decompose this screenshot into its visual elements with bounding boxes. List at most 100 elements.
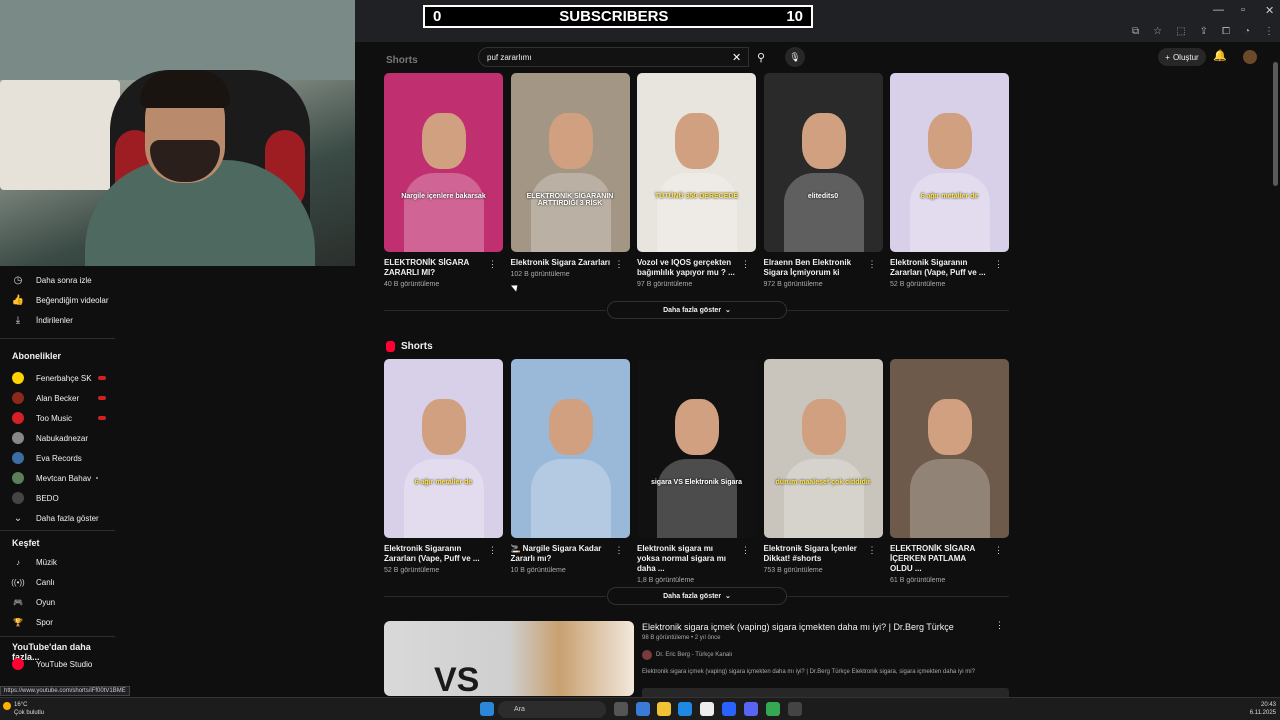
sidebar-subscription[interactable]: Too Music: [0, 408, 120, 428]
windows-start-icon[interactable]: [480, 702, 494, 716]
video-title[interactable]: Elektronik sigara içmek (vaping) sigara …: [642, 622, 954, 632]
extension-icon[interactable]: ⬚: [1176, 26, 1185, 37]
more-options-icon[interactable]: ⋮: [488, 259, 497, 270]
sidebar-item-studio[interactable]: YouTube Studio: [0, 654, 120, 674]
subscriptions-heading[interactable]: Abonelikler: [12, 351, 61, 361]
cast-icon[interactable]: ⧉: [1132, 26, 1139, 37]
sidebar-subscription[interactable]: Alan Becker: [0, 388, 120, 408]
notifications-bell-icon[interactable]: 🔔: [1213, 49, 1227, 62]
short-thumbnail[interactable]: 6 ağır metaller de: [890, 73, 1009, 252]
share-icon[interactable]: ⇪: [1200, 26, 1208, 37]
short-title[interactable]: Elektronik Sigara İçenler Dikkat! #short…: [764, 544, 864, 564]
maximize-icon[interactable]: ▫: [1241, 4, 1245, 16]
chrome-icon[interactable]: [766, 702, 780, 716]
create-button[interactable]: + Oluştur: [1158, 48, 1206, 66]
short-title[interactable]: 🚬 Nargile Sigara Kadar Zararlı mı?: [511, 544, 611, 564]
weather-widget[interactable]: 16°C Çok bulutlu: [14, 701, 44, 717]
more-options-icon[interactable]: ⋮: [488, 545, 497, 556]
sidebar-item[interactable]: 🎮 Oyun: [0, 592, 120, 612]
short-card[interactable]: 6 ağır metaller de Elektronik Sigaranın Z…: [384, 359, 503, 574]
avatar[interactable]: [1243, 50, 1257, 64]
short-card[interactable]: ELEKTRONİK SİGARANIN ARTTIRDIĞI 3 RİSK El…: [510, 73, 630, 278]
profile-icon[interactable]: ◔: [1244, 26, 1250, 37]
sidebar-item[interactable]: ◷ Daha sonra izle: [0, 270, 120, 290]
short-thumbnail[interactable]: 6 ağır metaller de: [384, 359, 503, 538]
short-views: 972 B görüntüleme: [763, 281, 823, 288]
bookmark-star-icon[interactable]: ☆: [1153, 26, 1162, 37]
short-card[interactable]: sigara VS Elektronik Sigara Elektronik si…: [637, 359, 756, 584]
more-menu-icon[interactable]: ⋮: [1264, 26, 1274, 37]
video-channel[interactable]: Dr. Eric Berg - Türkçe Kanalı: [642, 650, 732, 660]
thumbnail-figure-body: [657, 459, 737, 538]
short-card[interactable]: ELEKTRONİK SİGARA İÇERKEN PATLAMA OLDU .…: [890, 359, 1009, 584]
short-title[interactable]: Elektronik sigara mı yoksa normal sigara…: [637, 544, 737, 574]
puzzle-icon[interactable]: ⧠: [1222, 26, 1230, 37]
show-more-button-1[interactable]: Daha fazla göster ⌄: [607, 301, 787, 319]
video-more-icon[interactable]: ⋮: [995, 620, 1004, 631]
short-title[interactable]: Elektronik Sigara Zararları: [511, 258, 611, 268]
more-options-icon[interactable]: ⋮: [615, 545, 624, 556]
more-options-icon[interactable]: ⋮: [994, 545, 1003, 556]
sidebar-item[interactable]: ♪ Müzik: [0, 552, 120, 572]
short-title[interactable]: ELEKTRONİK SİGARA İÇERKEN PATLAMA OLDU .…: [890, 544, 990, 574]
clear-search-icon[interactable]: ✕: [732, 51, 741, 64]
short-card[interactable]: Nargile içenlere bakarsak ELEKTRONİK SİGA…: [384, 73, 503, 288]
short-card[interactable]: durum maalesef çok ciddidir Elektronik Si…: [763, 359, 883, 574]
live-indicator-icon: [98, 416, 106, 420]
minimize-icon[interactable]: —: [1213, 4, 1224, 16]
task-view-icon[interactable]: [614, 702, 628, 716]
short-thumbnail[interactable]: [890, 359, 1009, 538]
copilot-icon[interactable]: [636, 702, 650, 716]
sidebar-subscription[interactable]: Mevtcan Bahav: [0, 468, 120, 488]
more-options-icon[interactable]: ⋮: [741, 259, 750, 270]
short-thumbnail[interactable]: ELEKTRONİK SİGARANIN ARTTIRDIĞI 3 RİSK: [510, 73, 630, 252]
sidebar-subscription[interactable]: Fenerbahçe SK: [0, 368, 120, 388]
short-thumbnail[interactable]: Nargile içenlere bakarsak: [384, 73, 503, 252]
short-thumbnail[interactable]: durum maalesef çok ciddidir: [763, 359, 883, 538]
sidebar-item[interactable]: 🏆 Spor: [0, 612, 120, 632]
edge-icon[interactable]: [678, 702, 692, 716]
sidebar-show-more[interactable]: ⌄ Daha fazla göster: [0, 508, 120, 528]
short-title[interactable]: Elraenn Ben Elektronik Sigara İçmiyorum …: [764, 258, 864, 278]
more-options-icon[interactable]: ⋮: [994, 259, 1003, 270]
short-card[interactable]: elitedits0 Elraenn Ben Elektronik Sigara …: [763, 73, 883, 288]
store-icon[interactable]: [700, 702, 714, 716]
more-options-icon[interactable]: ⋮: [868, 545, 877, 556]
short-thumbnail[interactable]: [510, 359, 630, 538]
system-clock[interactable]: 20:43 6.11.2025: [1250, 701, 1276, 717]
short-thumbnail[interactable]: TÜTÜNÜ 350 DERECEDE: [637, 73, 756, 252]
clock-icon: ◷: [13, 274, 23, 286]
short-title[interactable]: Elektronik Sigaranın Zararları (Vape, Pu…: [890, 258, 990, 278]
short-thumbnail[interactable]: elitedits0: [763, 73, 883, 252]
sidebar-item[interactable]: ((•)) Canlı: [0, 572, 120, 592]
sidebar-subscription[interactable]: BEDO: [0, 488, 120, 508]
sidebar-subscription[interactable]: Nabukadnezar: [0, 428, 120, 448]
obs-icon[interactable]: [788, 702, 802, 716]
short-card[interactable]: 🚬 Nargile Sigara Kadar Zararlı mı? 10 B g…: [510, 359, 630, 574]
close-window-icon[interactable]: ✕: [1265, 4, 1274, 17]
app-icon[interactable]: [722, 702, 736, 716]
short-card[interactable]: TÜTÜNÜ 350 DERECEDE Vozol ve IQOS gerçekt…: [637, 73, 756, 288]
thumbnail-figure: [928, 113, 972, 169]
taskbar-search[interactable]: Ara: [498, 701, 606, 718]
file-explorer-icon[interactable]: [657, 702, 671, 716]
more-options-icon[interactable]: ⋮: [615, 259, 624, 270]
more-options-icon[interactable]: ⋮: [868, 259, 877, 270]
voice-search-button[interactable]: 🎙: [785, 47, 805, 67]
more-options-icon[interactable]: ⋮: [741, 545, 750, 556]
short-thumbnail[interactable]: sigara VS Elektronik Sigara: [637, 359, 756, 538]
search-button[interactable]: ⚲: [750, 47, 772, 67]
short-title[interactable]: ELEKTRONİK SİGARA ZARARLI MI?: [384, 258, 484, 278]
sidebar-subscription[interactable]: Eva Records: [0, 448, 120, 468]
shorts-title-text: Shorts: [401, 341, 433, 352]
short-title[interactable]: Vozol ve IQOS gerçekten bağımlılık yapıy…: [637, 258, 737, 278]
show-more-button-2[interactable]: Daha fazla göster ⌄: [607, 587, 787, 605]
sidebar-item[interactable]: ⤓ İndirilenler: [0, 310, 120, 330]
sidebar-item[interactable]: 👍 Beğendiğim videolar: [0, 290, 120, 310]
video-thumbnail[interactable]: VS: [384, 621, 634, 696]
discord-icon[interactable]: [744, 702, 758, 716]
short-title[interactable]: Elektronik Sigaranın Zararları (Vape, Pu…: [384, 544, 484, 564]
short-card[interactable]: 6 ağır metaller de Elektronik Sigaranın Z…: [890, 73, 1009, 288]
page-scrollbar[interactable]: [1273, 62, 1278, 186]
search-input[interactable]: puf zararlımı: [478, 47, 749, 67]
